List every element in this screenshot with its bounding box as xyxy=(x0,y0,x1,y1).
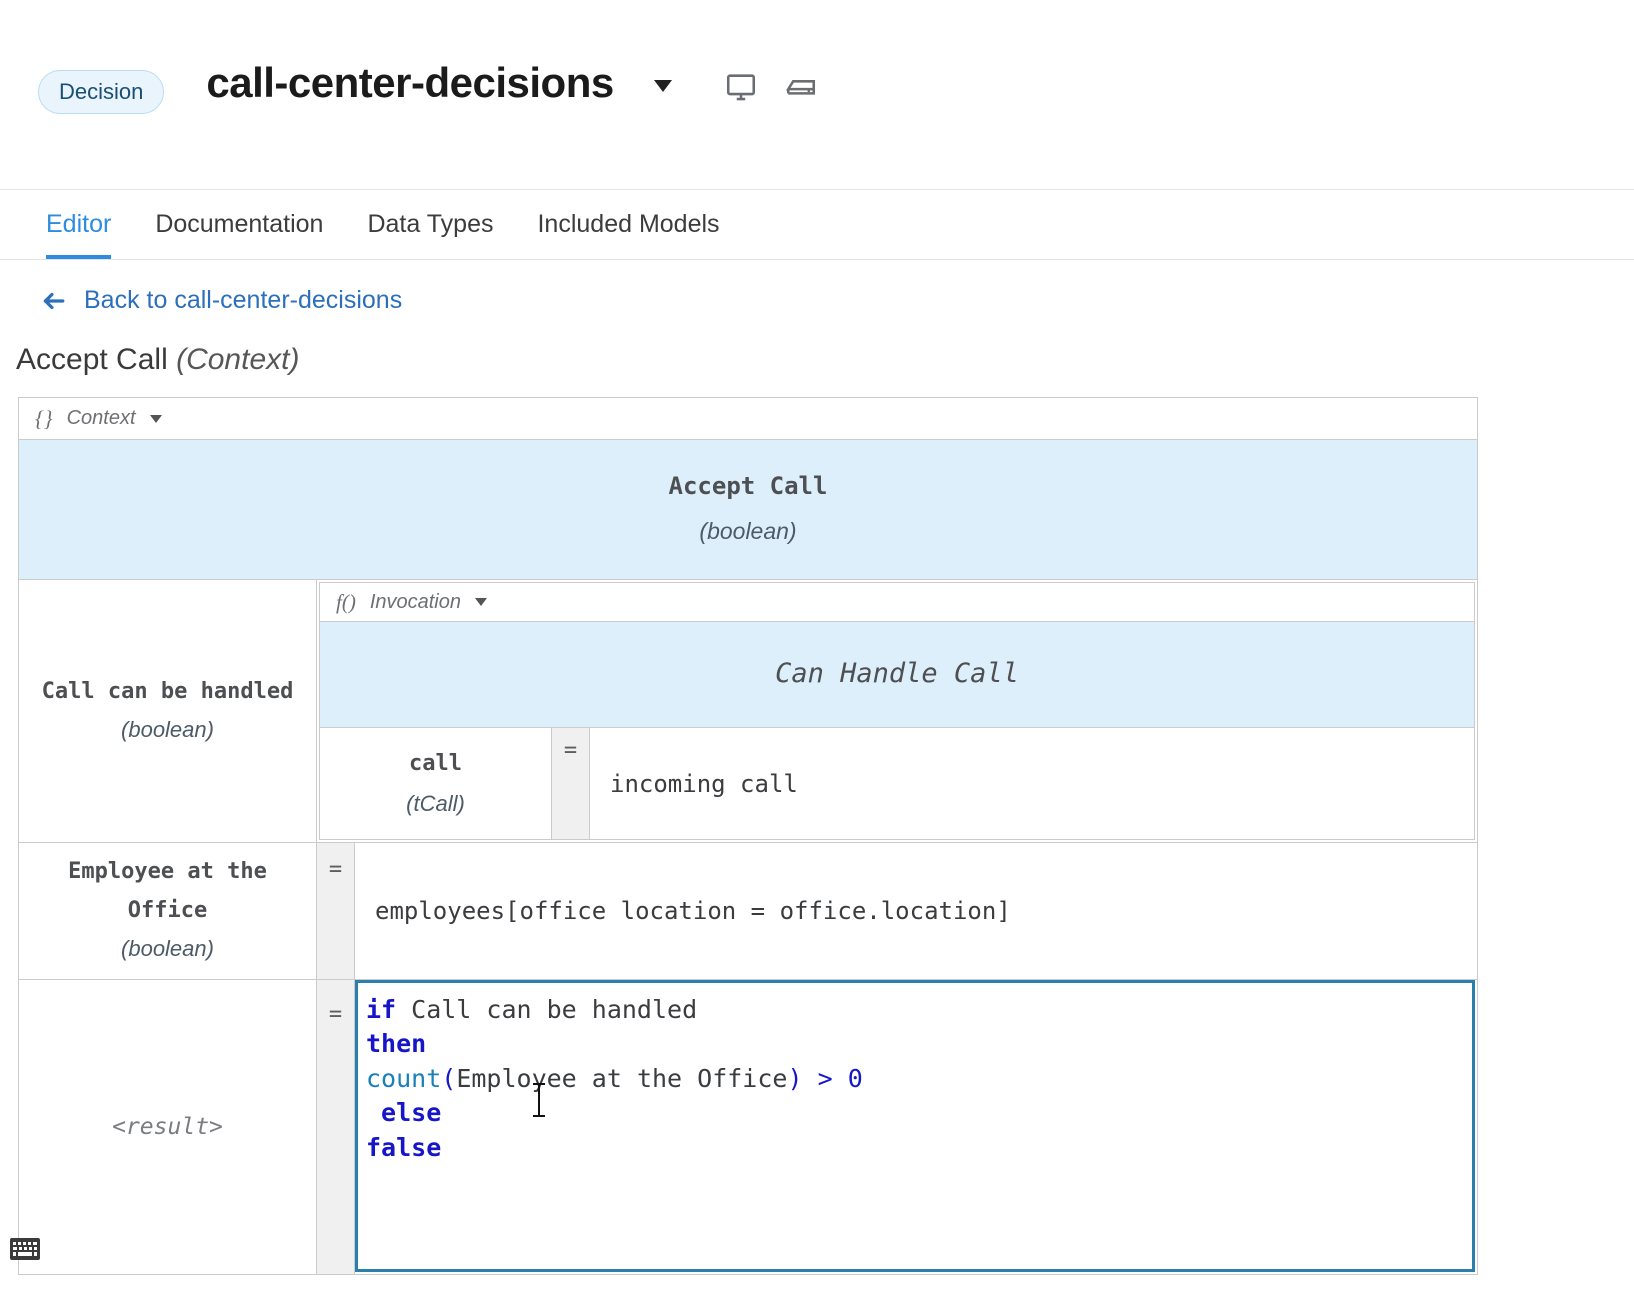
code-token: else xyxy=(366,1098,442,1128)
invocation-param-row: call (tCall) = incoming call xyxy=(319,728,1475,841)
code-line: then xyxy=(366,1027,1472,1062)
tab-bar: Editor Documentation Data Types Included… xyxy=(0,190,1634,260)
chevron-down-icon[interactable] xyxy=(149,414,162,423)
tab-documentation-label: Documentation xyxy=(155,210,324,238)
app-header: Decision call-center-decisions xyxy=(0,0,1634,190)
chevron-down-icon[interactable] xyxy=(475,598,487,607)
keyboard-icon xyxy=(10,1238,40,1260)
header-icon-group xyxy=(724,70,818,104)
entry-equals-sign: = xyxy=(317,843,355,979)
param-value-expression: incoming call xyxy=(610,769,798,798)
result-code[interactable]: if Call can be handled then count(Employee… xyxy=(366,993,1472,1269)
server-icon[interactable] xyxy=(784,70,818,104)
code-line: else xyxy=(366,1096,1472,1131)
invocation-type-selector[interactable]: f() Invocation xyxy=(319,582,1475,623)
braces-icon: {} xyxy=(35,405,53,431)
code-token: Call can be handled xyxy=(411,994,698,1024)
text-cursor-icon xyxy=(533,1082,545,1117)
code-token: false xyxy=(366,1132,442,1162)
tab-editor-label: Editor xyxy=(46,210,112,238)
invoked-function-name: Can Handle Call xyxy=(775,658,1019,690)
result-label-cell: <result> xyxy=(19,979,317,1274)
arrow-left-icon xyxy=(40,288,66,314)
section-title-name: Accept Call xyxy=(16,343,168,376)
result-label: <result> xyxy=(112,1113,223,1140)
monitor-icon[interactable] xyxy=(724,70,758,104)
code-line: if Call can be handled xyxy=(366,993,1472,1028)
context-entry-row: Employee at the Office (boolean) = emplo… xyxy=(19,843,1477,980)
param-type: (tCall) xyxy=(406,790,465,816)
context-table: {} Context Accept Call (boolean) Call ca… xyxy=(18,397,1478,1275)
entry-expression: employees[office location = office.locat… xyxy=(375,897,1011,926)
keyboard-toggle[interactable] xyxy=(10,1238,40,1260)
section-title: Accept Call (Context) xyxy=(16,343,1634,377)
code-token: ) xyxy=(787,1063,803,1093)
param-value-cell[interactable]: incoming call xyxy=(590,728,1474,839)
entry-type: (boolean) xyxy=(121,936,214,962)
entry-label-cell[interactable]: Call can be handled (boolean) xyxy=(19,580,317,843)
tab-included-models-label: Included Models xyxy=(537,210,720,238)
context-type-selector[interactable]: {} Context xyxy=(19,398,1477,440)
context-entry-row: Call can be handled (boolean) f() Invoca… xyxy=(19,580,1477,844)
function-icon: f() xyxy=(336,589,356,614)
decision-badge: Decision xyxy=(38,70,165,114)
param-label-cell[interactable]: call (tCall) xyxy=(320,728,552,840)
code-token: if xyxy=(366,994,412,1024)
tab-included-models[interactable]: Included Models xyxy=(515,190,741,259)
page-title: call-center-decisions xyxy=(206,59,614,106)
context-result-row: <result> = if Call can be handled then cou… xyxy=(19,979,1477,1274)
invocation-header[interactable]: Can Handle Call xyxy=(319,622,1475,729)
invocation-type-label: Invocation xyxy=(369,590,461,613)
entry-name: Call can be handled xyxy=(41,678,294,704)
code-line: false xyxy=(366,1131,1472,1166)
tab-data-types-label: Data Types xyxy=(367,210,494,238)
entry-expression-cell[interactable]: employees[office location = office.locat… xyxy=(355,843,1477,979)
context-output-name: Accept Call xyxy=(668,472,828,500)
code-token: count xyxy=(366,1063,442,1093)
breadcrumb[interactable]: Back to call-center-decisions xyxy=(40,286,1634,315)
entry-label-cell[interactable]: Employee at the Office (boolean) xyxy=(19,843,317,979)
tab-documentation[interactable]: Documentation xyxy=(133,190,345,259)
code-token: > xyxy=(802,1063,848,1093)
result-equals-sign: = xyxy=(317,979,355,1274)
entry-name: Employee at the Office xyxy=(68,859,267,923)
code-token: Employee at the Office xyxy=(456,1063,788,1093)
section-title-kind: (Context) xyxy=(176,343,300,376)
tab-data-types[interactable]: Data Types xyxy=(345,190,515,259)
entry-type: (boolean) xyxy=(121,717,214,743)
context-type-label: Context xyxy=(66,407,136,429)
tab-editor[interactable]: Editor xyxy=(24,190,133,259)
invocation-block: f() Invocation Can Handle Call call (tCa… xyxy=(317,580,1477,842)
param-name: call xyxy=(409,751,462,777)
code-line: count(Employee at the Office) > 0 xyxy=(366,1062,1472,1097)
chevron-down-icon[interactable] xyxy=(653,80,672,92)
context-output-header: Accept Call (boolean) xyxy=(19,440,1477,581)
result-expression-editor[interactable]: if Call can be handled then count(Employee… xyxy=(355,979,1475,1272)
context-output-type: (boolean) xyxy=(699,517,797,544)
back-link-label[interactable]: Back to call-center-decisions xyxy=(84,286,402,315)
code-token: 0 xyxy=(847,1063,863,1093)
code-token: ( xyxy=(441,1063,457,1093)
code-token: then xyxy=(366,1029,427,1059)
param-equals-sign: = xyxy=(552,728,590,840)
